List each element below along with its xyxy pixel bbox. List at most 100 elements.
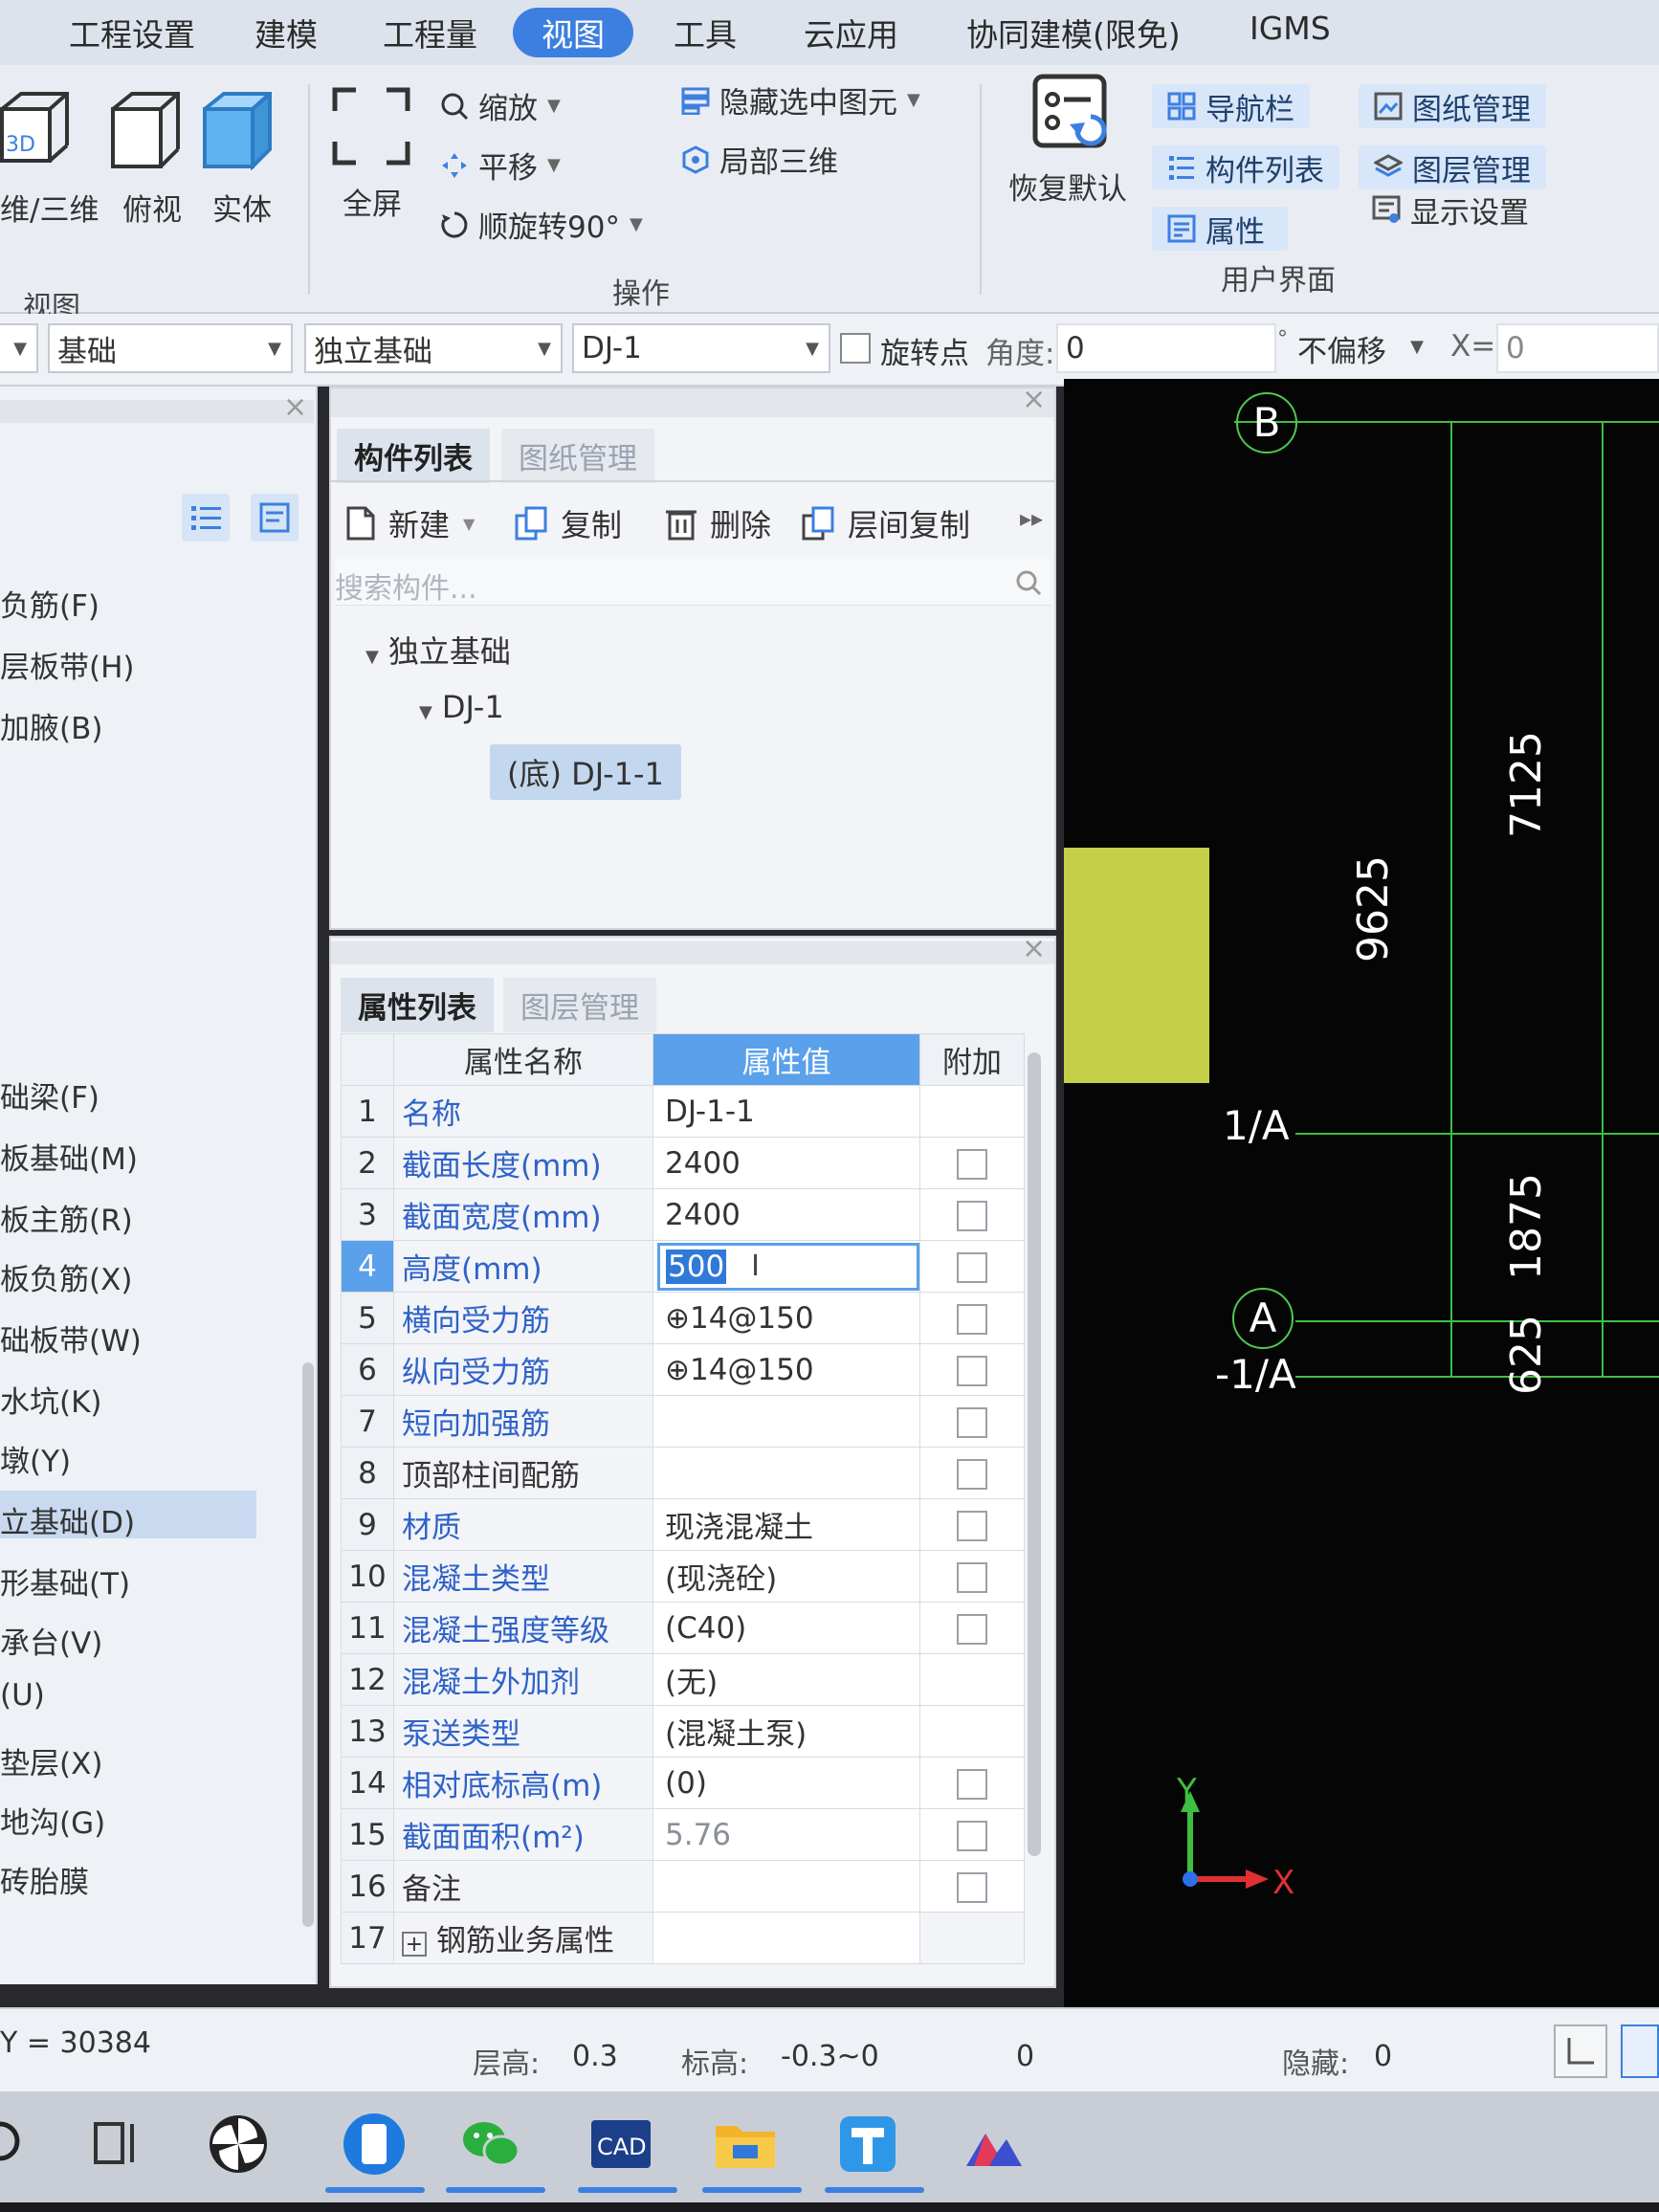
menu-view[interactable]: 视图: [513, 8, 633, 57]
nav-item[interactable]: 础梁(F): [0, 1073, 100, 1117]
btn-navbar[interactable]: 导航栏: [1152, 84, 1310, 128]
extra-checkbox[interactable]: [957, 1821, 987, 1851]
fullscreen-icon[interactable]: [331, 86, 411, 166]
restore-default-icon[interactable]: [1029, 73, 1110, 159]
nav-item[interactable]: 加腋(B): [0, 704, 102, 747]
angle-input[interactable]: 0 °: [1056, 323, 1288, 373]
extra-checkbox[interactable]: [957, 1356, 987, 1386]
table-row-group[interactable]: 17 + 钢筋业务属性: [341, 1912, 1025, 1964]
close-icon[interactable]: ×: [1022, 383, 1046, 416]
snap-mode-icon[interactable]: [1621, 2024, 1659, 2078]
row-property-value[interactable]: [653, 1860, 920, 1913]
table-row[interactable]: 7 短向加强筋: [341, 1395, 1025, 1448]
extra-checkbox[interactable]: [957, 1614, 987, 1645]
nav-item[interactable]: 板主筋(R): [0, 1196, 133, 1239]
row-property-value[interactable]: 2400: [653, 1188, 920, 1241]
nav-item[interactable]: 垫层(X): [0, 1739, 102, 1782]
btn-top-view[interactable]: 俯视: [122, 186, 182, 229]
btn-hide-selected[interactable]: 隐藏选中图元 ▼: [681, 78, 920, 122]
table-row[interactable]: 12 混凝土外加剂 (无): [341, 1653, 1025, 1706]
btn-solid[interactable]: 实体: [212, 186, 272, 229]
extra-checkbox[interactable]: [957, 1252, 987, 1283]
scrollbar[interactable]: [302, 1362, 314, 1927]
row-property-value[interactable]: ⊕14@150: [653, 1343, 920, 1396]
expand-plus-icon[interactable]: +: [402, 1932, 427, 1957]
btn-delete[interactable]: 删除: [662, 501, 771, 545]
table-row[interactable]: 14 相对底标高(m) (0): [341, 1757, 1025, 1809]
task-view-icon[interactable]: [92, 2114, 142, 2172]
axis-marker-b[interactable]: B: [1236, 392, 1297, 453]
table-row[interactable]: 11 混凝土强度等级 (C40): [341, 1602, 1025, 1654]
btn-layer-mgmt[interactable]: 图层管理: [1359, 145, 1546, 189]
wechat-icon[interactable]: [457, 2111, 524, 2178]
menu-modeling[interactable]: 建模: [254, 10, 318, 55]
close-icon[interactable]: ×: [1022, 932, 1046, 965]
header-property-name[interactable]: 属性名称: [393, 1033, 653, 1086]
nav-item[interactable]: 层板带(H): [0, 643, 135, 686]
3d-cube-icon[interactable]: 3D: [0, 92, 69, 170]
menu-igms[interactable]: IGMS: [1250, 10, 1331, 47]
extra-checkbox[interactable]: [957, 1769, 987, 1800]
row-property-value[interactable]: [653, 1395, 920, 1448]
detail-view-icon[interactable]: [251, 494, 299, 542]
cad-canvas[interactable]: B 1/A A -1/A 9625 7125 1875 625 Y X: [1064, 379, 1659, 2007]
tab-component-list[interactable]: 构件列表: [337, 429, 490, 483]
prev-combo[interactable]: ▼: [0, 323, 38, 373]
btn-local-3d[interactable]: 局部三维: [681, 138, 838, 181]
offset-select[interactable]: 不偏移 ▼: [1290, 323, 1433, 373]
table-row[interactable]: 10 混凝土类型 (现浇砼): [341, 1550, 1025, 1603]
nav-item[interactable]: (U): [0, 1678, 45, 1713]
row-property-value[interactable]: 2400: [653, 1137, 920, 1189]
nav-item[interactable]: 板负筋(X): [0, 1255, 132, 1298]
solid-cube-icon[interactable]: [203, 92, 272, 170]
nav-item[interactable]: 板基础(M): [0, 1135, 138, 1178]
header-property-value[interactable]: 属性值: [653, 1033, 920, 1086]
row-property-value[interactable]: (现浇砼): [653, 1550, 920, 1603]
mountain-app-icon[interactable]: [961, 2111, 1028, 2178]
btn-floor-copy[interactable]: 层间复制: [800, 501, 970, 545]
component-select[interactable]: DJ-1 ▼: [572, 323, 830, 373]
nav-item[interactable]: 形基础(T): [0, 1559, 130, 1603]
blue-app-icon[interactable]: [341, 2111, 408, 2178]
more-icon[interactable]: ▸▸: [1020, 505, 1043, 532]
row-property-value[interactable]: DJ-1-1: [653, 1085, 920, 1138]
table-row[interactable]: 9 材质 现浇混凝土: [341, 1498, 1025, 1551]
btn-restore-default[interactable]: 恢复默认: [1008, 165, 1127, 208]
type-select[interactable]: 独立基础 ▼: [304, 323, 563, 373]
table-row[interactable]: 3 截面宽度(mm) 2400: [341, 1188, 1025, 1241]
folder-icon[interactable]: [712, 2111, 779, 2178]
tree-node-root[interactable]: ▼ 独立基础: [365, 628, 511, 672]
nav-item[interactable]: 砖胎膜: [0, 1858, 89, 1901]
rotate-point-checkbox[interactable]: [840, 333, 871, 364]
top-view-cube-icon[interactable]: [111, 92, 180, 170]
text-app-icon[interactable]: [834, 2111, 901, 2178]
search-input[interactable]: 搜索构件...: [335, 559, 1051, 606]
btn-copy[interactable]: 复制: [513, 501, 622, 545]
extra-checkbox[interactable]: [957, 1459, 987, 1490]
menu-project-settings[interactable]: 工程设置: [69, 10, 195, 55]
btn-zoom[interactable]: 缩放 ▼: [440, 84, 561, 127]
nav-item[interactable]: 墩(Y): [0, 1437, 71, 1480]
menu-cloud[interactable]: 云应用: [804, 10, 898, 55]
menu-collab[interactable]: 协同建模(限免): [966, 10, 1181, 55]
table-row[interactable]: 6 纵向受力筋 ⊕14@150: [341, 1343, 1025, 1396]
close-icon[interactable]: ×: [283, 390, 307, 424]
row-property-value[interactable]: ⊕14@150: [653, 1292, 920, 1344]
extra-checkbox[interactable]: [957, 1149, 987, 1180]
btn-fullscreen[interactable]: 全屏: [343, 180, 402, 223]
btn-new[interactable]: 新建 ▼: [341, 501, 475, 545]
extra-checkbox[interactable]: [957, 1511, 987, 1541]
btn-pan[interactable]: 平移 ▼: [440, 144, 561, 187]
btn-comp-list[interactable]: 构件列表: [1152, 145, 1339, 189]
row-property-value[interactable]: 现浇混凝土: [653, 1498, 920, 1551]
nav-item[interactable]: 地沟(G): [0, 1799, 105, 1842]
table-row[interactable]: 8 顶部柱间配筋: [341, 1447, 1025, 1499]
table-row[interactable]: 5 横向受力筋 ⊕14@150: [341, 1292, 1025, 1344]
row-property-value[interactable]: (C40): [653, 1602, 920, 1654]
ortho-mode-icon[interactable]: [1554, 2024, 1607, 2078]
x-input[interactable]: 0: [1496, 323, 1659, 373]
extra-checkbox[interactable]: [957, 1304, 987, 1335]
row-property-value[interactable]: [653, 1447, 920, 1499]
tab-drawing-management[interactable]: 图纸管理: [501, 429, 654, 483]
extra-checkbox[interactable]: [957, 1201, 987, 1231]
